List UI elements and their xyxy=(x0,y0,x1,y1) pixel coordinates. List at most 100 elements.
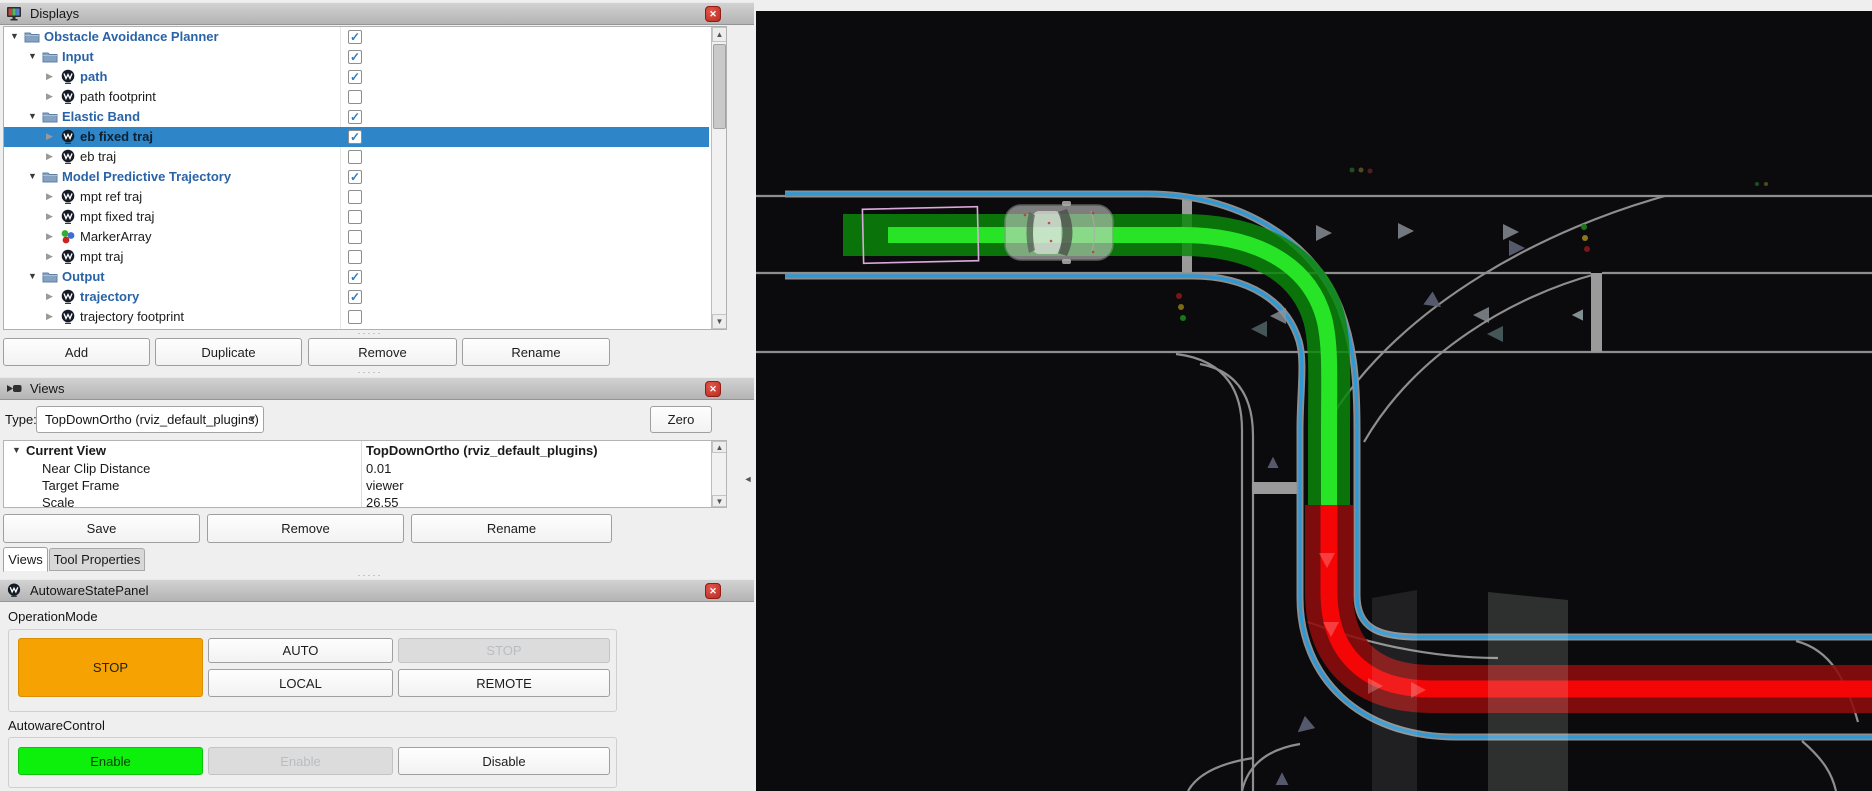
scroll-up-icon[interactable]: ▲ xyxy=(712,27,727,42)
tree-item-output[interactable]: ▼Output✓ xyxy=(4,267,709,287)
tree-checkbox-trajectory-footprint[interactable] xyxy=(348,310,362,324)
tree-checkbox-eb-fixed-traj[interactable]: ✓ xyxy=(348,130,362,144)
tree-item-model-predictive-trajectory[interactable]: ▼Model Predictive Trajectory✓ xyxy=(4,167,709,187)
close-icon[interactable]: ✕ xyxy=(705,6,721,22)
displays-panel-titlebar[interactable]: Displays ✕ xyxy=(0,2,754,25)
properties-scrollbar[interactable]: ▲ ▼ xyxy=(711,441,727,507)
tree-item-trajectory-footprint[interactable]: ▶ trajectory footprint xyxy=(4,307,709,327)
tree-checkbox-mpt-fixed-traj[interactable] xyxy=(348,210,362,224)
tree-checkbox-mpt-ref-traj[interactable] xyxy=(348,190,362,204)
chevron-down-icon[interactable]: ▼ xyxy=(10,31,19,41)
left-dock: Displays ✕ ▼Obstacle Avoidance Planner✓▼… xyxy=(0,0,756,791)
view-type-dropdown[interactable]: TopDownOrtho (rviz_default_plugins) ▾ xyxy=(36,406,264,433)
resize-handle-dots[interactable]: ····· xyxy=(0,572,740,579)
property-value[interactable]: 26.55 xyxy=(366,495,399,508)
scroll-thumb[interactable] xyxy=(713,44,726,129)
chevron-right-icon[interactable]: ▶ xyxy=(46,291,53,302)
tab-tool-properties[interactable]: Tool Properties xyxy=(49,548,145,571)
tree-checkbox-model-predictive-trajectory[interactable]: ✓ xyxy=(348,170,362,184)
tree-checkbox-path[interactable]: ✓ xyxy=(348,70,362,84)
tree-item-obstacle-avoidance-planner[interactable]: ▼Obstacle Avoidance Planner✓ xyxy=(4,27,709,47)
disable-button[interactable]: Disable xyxy=(398,747,610,775)
dock-collapse-handle[interactable]: ◄ xyxy=(741,470,755,487)
chevron-down-icon[interactable]: ▼ xyxy=(28,271,37,281)
tree-item-eb-fixed-traj[interactable]: ▶eb fixed traj✓ xyxy=(4,127,709,147)
scroll-down-icon[interactable]: ▼ xyxy=(712,314,727,329)
tree-item-markerarray[interactable]: ▶MarkerArray xyxy=(4,227,709,247)
tree-checkbox-path-footprint[interactable] xyxy=(348,90,362,104)
property-row-scale[interactable]: Scale 26.55 xyxy=(4,494,710,508)
chevron-down-icon[interactable]: ▼ xyxy=(28,111,37,121)
close-icon[interactable]: ✕ xyxy=(705,583,721,599)
chevron-down-icon[interactable]: ▼ xyxy=(28,51,37,61)
property-value[interactable]: 0.01 xyxy=(366,461,391,476)
views-panel-title: Views xyxy=(30,381,64,396)
property-value[interactable]: viewer xyxy=(366,478,404,493)
chevron-right-icon[interactable]: ▶ xyxy=(46,211,53,222)
tree-checkbox-markerarray[interactable] xyxy=(348,230,362,244)
close-icon[interactable]: ✕ xyxy=(705,381,721,397)
chevron-right-icon[interactable]: ▶ xyxy=(46,231,53,242)
tree-item-mpt-ref-traj[interactable]: ▶mpt ref traj xyxy=(4,187,709,207)
tree-item-trajectory[interactable]: ▶trajectory✓ xyxy=(4,287,709,307)
rename-button[interactable]: Rename xyxy=(462,338,610,366)
views-panel-titlebar[interactable]: Views ✕ xyxy=(0,377,754,400)
chevron-down-icon[interactable]: ▼ xyxy=(12,445,21,455)
tree-checkbox-trajectory[interactable]: ✓ xyxy=(348,290,362,304)
tree-checkbox-mpt-traj[interactable] xyxy=(348,250,362,264)
chevron-right-icon[interactable]: ▶ xyxy=(46,251,53,262)
tree-item-path-footprint[interactable]: ▶path footprint xyxy=(4,87,709,107)
remove-button[interactable]: Remove xyxy=(308,338,457,366)
stop-button[interactable]: STOP xyxy=(398,638,610,663)
resize-handle-dots[interactable]: ····· xyxy=(0,330,740,337)
autoware-display-icon xyxy=(60,209,76,225)
chevron-right-icon[interactable]: ▶ xyxy=(46,151,53,162)
property-row-near-clip-distance[interactable]: Near Clip Distance0.01 xyxy=(4,460,710,477)
tab-views[interactable]: Views xyxy=(3,547,48,572)
zero-button[interactable]: Zero xyxy=(650,406,712,433)
property-row-target-frame[interactable]: Target Frameviewer xyxy=(4,477,710,494)
tree-checkbox-obstacle-avoidance-planner[interactable]: ✓ xyxy=(348,30,362,44)
chevron-right-icon[interactable]: ▶ xyxy=(46,131,53,142)
chevron-right-icon[interactable]: ▶ xyxy=(46,91,53,102)
median-bar xyxy=(1591,273,1602,352)
marker-array-icon xyxy=(60,229,76,245)
chevron-right-icon[interactable]: ▶ xyxy=(46,191,53,202)
property-key: Scale xyxy=(42,495,75,508)
property-row-header[interactable]: ▼ Current View TopDownOrtho (rviz_defaul… xyxy=(4,442,710,459)
tree-item-label: trajectory footprint xyxy=(80,309,184,324)
local-button[interactable]: LOCAL xyxy=(208,669,393,697)
enable-button[interactable]: Enable xyxy=(208,747,393,775)
chevron-down-icon[interactable]: ▼ xyxy=(28,171,37,181)
remote-button[interactable]: REMOTE xyxy=(398,669,610,697)
auto-button[interactable]: AUTO xyxy=(208,638,393,663)
scroll-up-icon[interactable]: ▲ xyxy=(712,441,727,453)
tree-item-input[interactable]: ▼Input✓ xyxy=(4,47,709,67)
save-view-button[interactable]: Save xyxy=(3,514,200,543)
add-button[interactable]: Add xyxy=(3,338,150,366)
tree-checkbox-eb-traj[interactable] xyxy=(348,150,362,164)
remove-view-button[interactable]: Remove xyxy=(207,514,404,543)
resize-handle-dots[interactable]: ····· xyxy=(0,369,740,376)
tree-checkbox-elastic-band[interactable]: ✓ xyxy=(348,110,362,124)
tree-item-mpt-fixed-traj[interactable]: ▶ mpt fixed traj xyxy=(4,207,709,227)
rename-view-button[interactable]: Rename xyxy=(411,514,612,543)
autoware-state-panel-titlebar[interactable]: AutowareStatePanel ✕ xyxy=(0,579,754,602)
tree-item-eb-traj[interactable]: ▶eb traj xyxy=(4,147,709,167)
tree-checkbox-output[interactable]: ✓ xyxy=(348,270,362,284)
chevron-right-icon[interactable]: ▶ xyxy=(46,311,53,322)
tree-item-elastic-band[interactable]: ▼Elastic Band✓ xyxy=(4,107,709,127)
tree-item-path[interactable]: ▶path✓ xyxy=(4,67,709,87)
tree-item-mpt-traj[interactable]: ▶mpt traj xyxy=(4,247,709,267)
autoware-control-label: AutowareControl xyxy=(8,718,105,733)
chevron-right-icon[interactable]: ▶ xyxy=(46,71,53,82)
displays-scrollbar[interactable]: ▲ ▼ xyxy=(711,27,727,329)
autoware-display-icon xyxy=(60,149,76,165)
tree-checkbox-input[interactable]: ✓ xyxy=(348,50,362,64)
duplicate-button[interactable]: Duplicate xyxy=(155,338,302,366)
scroll-down-icon[interactable]: ▼ xyxy=(712,495,727,507)
property-value: TopDownOrtho (rviz_default_plugins) xyxy=(366,443,598,458)
3d-viewport[interactable] xyxy=(756,0,1872,791)
control-state-enabled: Enable xyxy=(18,747,203,775)
tree-item-label: mpt fixed traj xyxy=(80,209,154,224)
